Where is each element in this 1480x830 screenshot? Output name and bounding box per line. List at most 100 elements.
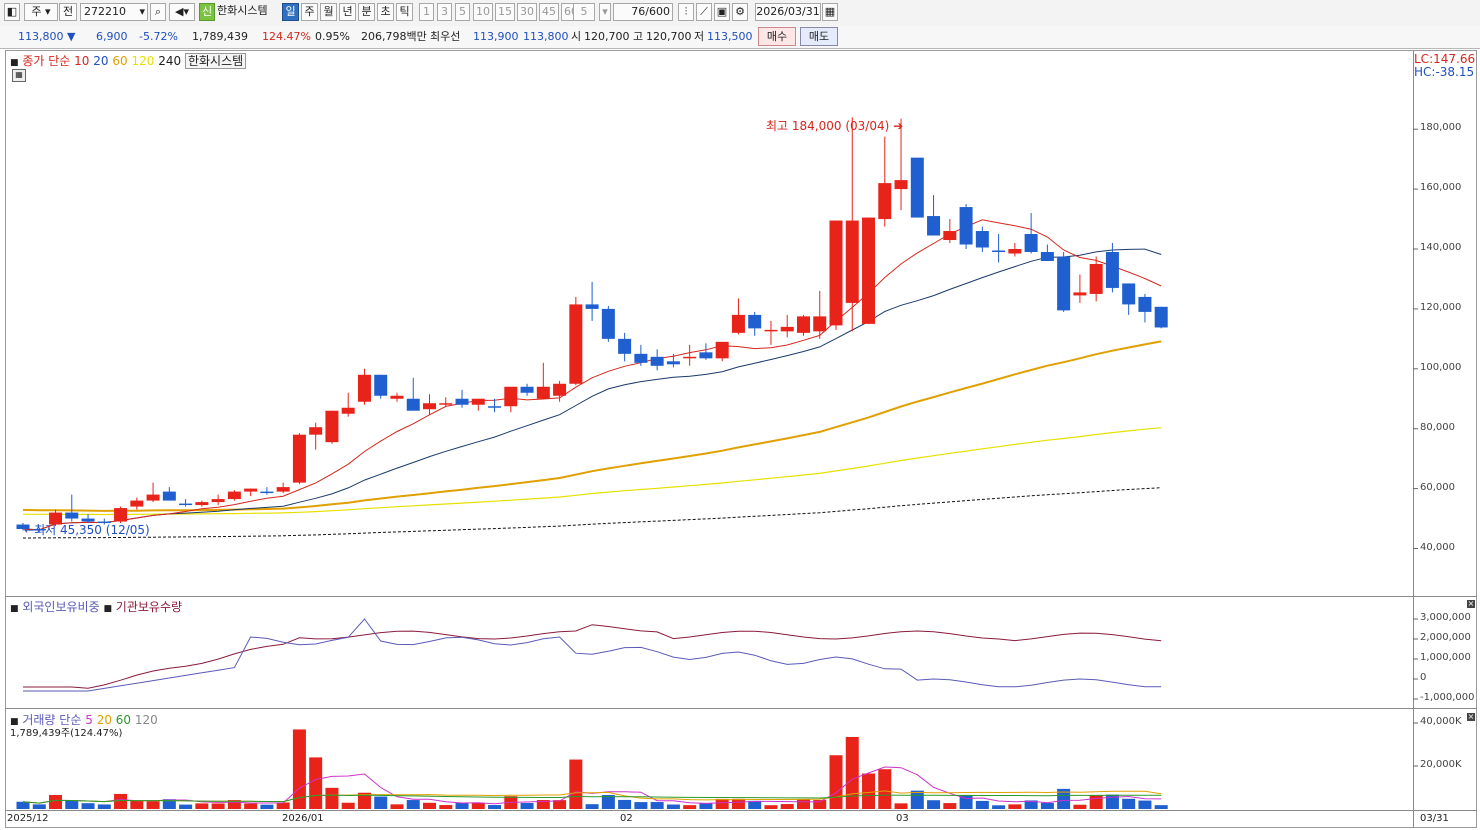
candle-body [488,406,502,408]
vma5-line [22,766,1162,805]
y-tick-label: 1,000,000 [1420,652,1471,663]
candle-body [731,314,745,333]
candle-body [634,353,648,363]
candle-body [601,308,615,339]
candle-body [764,329,778,332]
candle-body [423,403,436,410]
volume-bar [211,803,225,809]
candle-body [845,220,859,303]
chart-svg [16,117,1418,809]
volume-bar [146,801,160,809]
volume-bar [650,802,664,809]
candle-body [894,180,908,190]
volume-bar [309,757,323,809]
candle-body [244,488,258,492]
volume-bar [731,798,745,809]
candle-body [146,494,160,501]
volume-bar [374,796,388,809]
y-tick-label: 3,000,000 [1420,612,1471,623]
volume-bar [1089,795,1103,809]
candle-body [97,521,111,524]
y-tick-label: 100,000 [1420,361,1462,373]
y-tick-label: 0 [1420,672,1427,683]
candle-body [780,326,794,332]
y-tick-label: 60,000 [1420,481,1455,493]
candle-body [715,341,729,359]
candle-body [195,502,209,506]
candle-body [260,491,274,494]
volume-bar [520,803,534,809]
volume-bar [244,803,258,809]
y-tick-label: -1,000,000 [1420,692,1475,703]
candle-body [959,207,973,245]
candle-body [16,524,30,530]
ma10-line [22,219,1162,531]
y-tick-label: 40,000 [1420,541,1455,553]
candle-body [341,407,355,414]
volume-bar [179,804,193,809]
volume-bar [49,795,63,809]
candle-body [813,316,827,332]
y-tick-label: 180,000 [1420,122,1462,134]
volume-bar [894,803,908,809]
volume-bar [910,790,924,809]
volume-bar [699,803,713,809]
volume-bar [423,802,436,809]
candle-body [878,183,892,220]
candle-body [650,356,664,366]
candle-body [1105,251,1119,288]
volume-bar [325,787,339,809]
candle-body [520,386,534,393]
y-tick-label: 40,000K [1420,716,1462,727]
candle-body [130,500,144,507]
volume-bar [81,803,95,809]
volume-bar [845,736,859,809]
candle-body [227,491,241,500]
candle-body [862,217,876,324]
candle-body [390,395,404,399]
volume-bar [1040,802,1054,809]
volume-bar [927,800,941,809]
y-tick-label: 120,000 [1420,301,1462,313]
y-tick-label: 140,000 [1420,242,1462,253]
candle-body [179,503,193,506]
y-tick-label: 20,000K [1420,759,1462,770]
volume-bar [114,793,128,809]
candle-body [276,487,290,492]
volume-bar [1138,800,1152,809]
candle-body [796,316,810,333]
volume-bar [634,802,648,809]
volume-bar [276,802,290,809]
candle-body [114,508,128,522]
candle-body [699,352,713,359]
candle-body [325,410,339,443]
volume-bar [471,802,485,809]
y-tick-label: 2,000,000 [1420,632,1471,643]
volume-bar [406,800,420,809]
volume-bar [195,803,209,809]
volume-bar [130,800,144,809]
candle-body [829,220,843,326]
candle-body [439,403,453,405]
volume-bar [455,802,469,809]
candle-body [666,361,680,365]
volume-bar [439,805,453,809]
volume-bar [341,802,355,809]
volume-bar [16,801,30,809]
volume-bar [715,798,729,809]
candle-body [1040,251,1054,261]
candle-body [471,398,485,405]
candle-body [927,216,941,236]
candle-body [992,250,1006,252]
candle-body [162,491,176,501]
institution-line [23,624,1162,689]
volume-bar [829,755,843,809]
candle-body [357,374,371,402]
candle-body [406,398,420,411]
candle-body [910,157,924,218]
volume-bar [683,805,697,809]
volume-bar [97,804,111,809]
candle-body [748,314,762,329]
candle-body [943,231,957,241]
candle-body [1089,263,1103,294]
